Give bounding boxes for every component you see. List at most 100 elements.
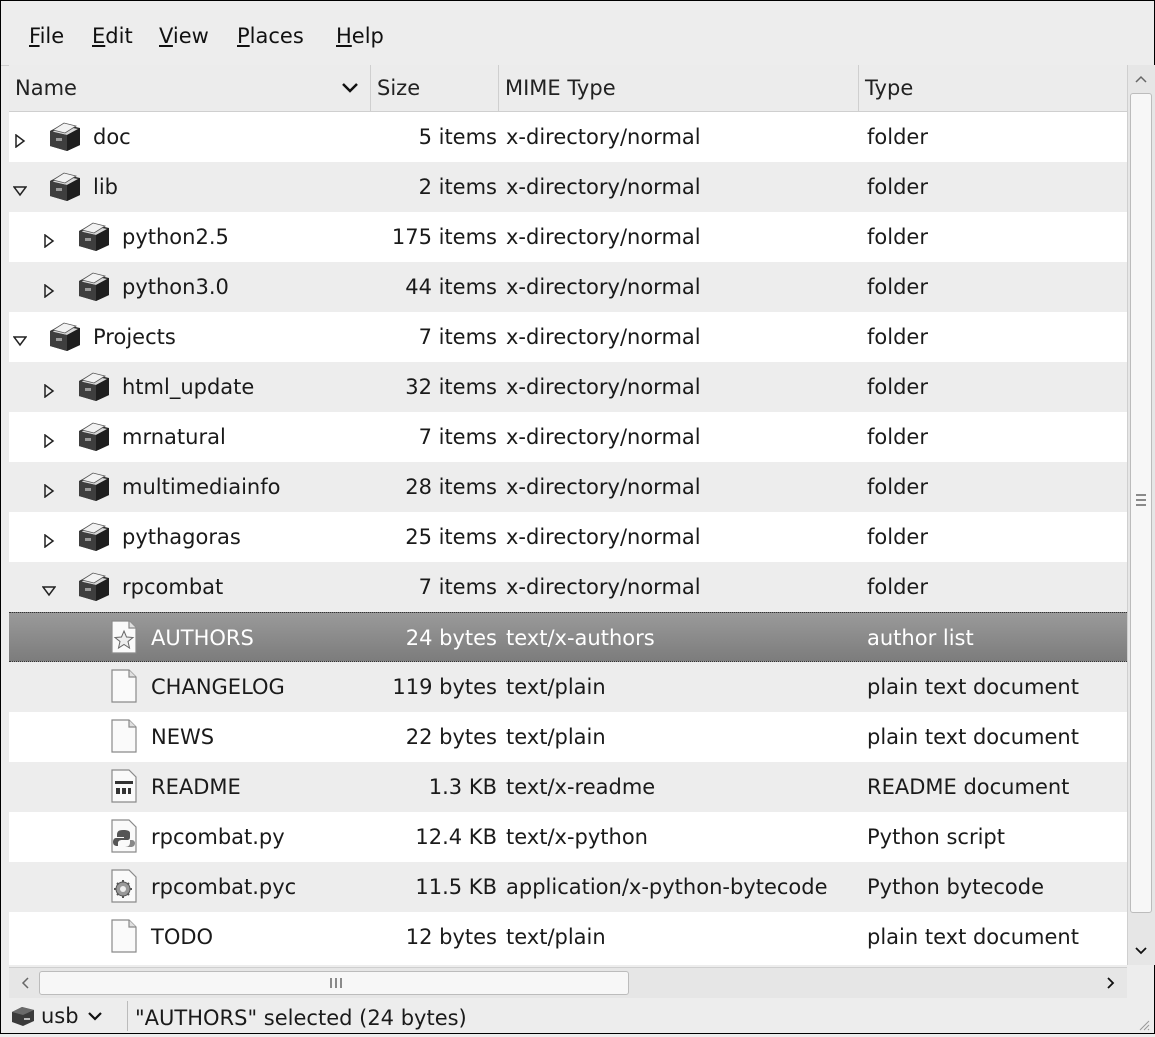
folder-icon: [47, 118, 83, 154]
file-size: 12 bytes: [405, 925, 497, 949]
column-header-type[interactable]: Type: [859, 65, 1127, 111]
table-row[interactable]: doc 5 items x-directory/normal folder: [9, 112, 1127, 162]
scroll-grip-icon: [330, 978, 342, 988]
expander-collapsed-icon[interactable]: [42, 379, 56, 399]
table-row[interactable]: html_update 32 items x-directory/normal fol…: [9, 362, 1127, 412]
horizontal-scrollbar[interactable]: [9, 967, 1127, 998]
scroll-down-button[interactable]: [1129, 939, 1153, 963]
column-header-mime-type[interactable]: MIME Type: [499, 65, 859, 111]
file-mime-type: x-directory/normal: [506, 125, 701, 149]
file-mime-type: x-directory/normal: [506, 175, 701, 199]
bytecode-file-icon: [105, 868, 141, 904]
menu-help[interactable]: Help: [336, 21, 384, 51]
file-size: 22 bytes: [405, 725, 497, 749]
file-type: folder: [867, 275, 928, 299]
file-name: Projects: [93, 325, 176, 349]
column-header-size[interactable]: Size: [371, 65, 499, 111]
file-mime-type: text/x-authors: [506, 626, 655, 650]
folder-icon: [76, 268, 112, 304]
file-type: README document: [867, 775, 1070, 799]
file-type: folder: [867, 425, 928, 449]
scroll-left-button[interactable]: [13, 971, 37, 995]
menubar: File Edit View Places Help: [1, 1, 1154, 66]
file-mime-type: x-directory/normal: [506, 225, 701, 249]
file-name: multimediainfo: [122, 475, 281, 499]
file-mime-type: text/plain: [506, 675, 606, 699]
table-row[interactable]: pythagoras 25 items x-directory/normal fold…: [9, 512, 1127, 562]
file-size: 2 items: [418, 175, 497, 199]
table-row[interactable]: python2.5 175 items x-directory/normal fold…: [9, 212, 1127, 262]
resize-grip-icon[interactable]: [1136, 1017, 1150, 1031]
chevron-down-icon: [1135, 947, 1147, 955]
text-file-icon: [105, 668, 141, 704]
location-dropdown[interactable]: usb: [9, 1001, 128, 1031]
table-row[interactable]: rpcombat.pyc 11.5 KB application/x-python-…: [9, 862, 1127, 912]
file-type: Python bytecode: [867, 875, 1045, 899]
table-row[interactable]: rpcombat 7 items x-directory/normal folder: [9, 562, 1127, 612]
table-row[interactable]: CHANGELOG 119 bytes text/plain plain text d…: [9, 662, 1127, 712]
expander-collapsed-icon[interactable]: [42, 429, 56, 449]
file-name: html_update: [122, 375, 255, 399]
expander-expanded-icon[interactable]: [12, 179, 28, 197]
file-size: 7 items: [418, 575, 497, 599]
file-mime-type: text/plain: [506, 925, 606, 949]
text-file-icon: [105, 718, 141, 754]
file-mime-type: text/x-python: [506, 825, 648, 849]
file-size: 7 items: [418, 425, 497, 449]
file-name: mrnatural: [122, 425, 226, 449]
chevron-down-icon: [340, 65, 360, 111]
file-mime-type: x-directory/normal: [506, 575, 701, 599]
table-row[interactable]: mrnatural 7 items x-directory/normal folder: [9, 412, 1127, 462]
expander-collapsed-icon[interactable]: [42, 479, 56, 499]
file-size: 24 bytes: [405, 626, 497, 650]
file-mime-type: x-directory/normal: [506, 475, 701, 499]
chevron-right-icon: [1107, 977, 1115, 989]
table-row[interactable]: AUTHORS 24 bytes text/x-authors author list: [9, 612, 1127, 662]
expander-expanded-icon[interactable]: [12, 329, 28, 347]
file-name: CHANGELOG: [151, 675, 285, 699]
menu-edit[interactable]: Edit: [92, 21, 133, 51]
column-header-name[interactable]: Name: [9, 65, 371, 111]
expander-collapsed-icon[interactable]: [13, 129, 27, 149]
expander-collapsed-icon[interactable]: [42, 529, 56, 549]
file-type: folder: [867, 125, 928, 149]
folder-icon: [76, 568, 112, 604]
file-type: author list: [867, 626, 974, 650]
table-row[interactable]: multimediainfo 28 items x-directory/normal…: [9, 462, 1127, 512]
horizontal-scroll-thumb[interactable]: [39, 971, 629, 995]
scroll-right-button[interactable]: [1099, 971, 1123, 995]
drive-icon: [12, 1007, 34, 1026]
file-list-view[interactable]: Name Size MIME Type Type doc 5 items x-dir…: [9, 65, 1127, 965]
menu-file[interactable]: File: [29, 21, 64, 51]
file-mime-type: x-directory/normal: [506, 525, 701, 549]
file-name: doc: [93, 125, 131, 149]
file-size: 5 items: [418, 125, 497, 149]
file-mime-type: x-directory/normal: [506, 275, 701, 299]
file-type: folder: [867, 575, 928, 599]
folder-icon: [76, 368, 112, 404]
file-type: folder: [867, 475, 928, 499]
table-row[interactable]: TODO 12 bytes text/plain plain text documen…: [9, 912, 1127, 962]
file-size: 1.3 KB: [428, 775, 497, 799]
table-row[interactable]: lib 2 items x-directory/normal folder: [9, 162, 1127, 212]
menu-places[interactable]: Places: [237, 21, 304, 51]
table-row[interactable]: README 1.3 KB text/x-readme README document: [9, 762, 1127, 812]
expander-collapsed-icon[interactable]: [42, 279, 56, 299]
expander-expanded-icon[interactable]: [41, 579, 57, 597]
file-mime-type: x-directory/normal: [506, 425, 701, 449]
table-row[interactable]: NEWS 22 bytes text/plain plain text documen…: [9, 712, 1127, 762]
vertical-scrollbar[interactable]: [1127, 65, 1155, 965]
statusbar: usb "AUTHORS" selected (24 bytes): [1, 999, 1154, 1033]
menu-view[interactable]: View: [159, 21, 209, 51]
file-name: rpcombat: [122, 575, 224, 599]
expander-collapsed-icon[interactable]: [42, 229, 56, 249]
table-row[interactable]: rpcombat.py 12.4 KB text/x-python Python sc…: [9, 812, 1127, 862]
chevron-up-icon: [1135, 75, 1147, 83]
file-name: TODO: [151, 925, 214, 949]
file-type: folder: [867, 525, 928, 549]
table-row[interactable]: python3.0 44 items x-directory/normal folde…: [9, 262, 1127, 312]
table-row[interactable]: Projects 7 items x-directory/normal folder: [9, 312, 1127, 362]
file-name: lib: [93, 175, 118, 199]
scroll-up-button[interactable]: [1129, 67, 1153, 91]
vertical-scroll-thumb[interactable]: [1130, 93, 1152, 913]
